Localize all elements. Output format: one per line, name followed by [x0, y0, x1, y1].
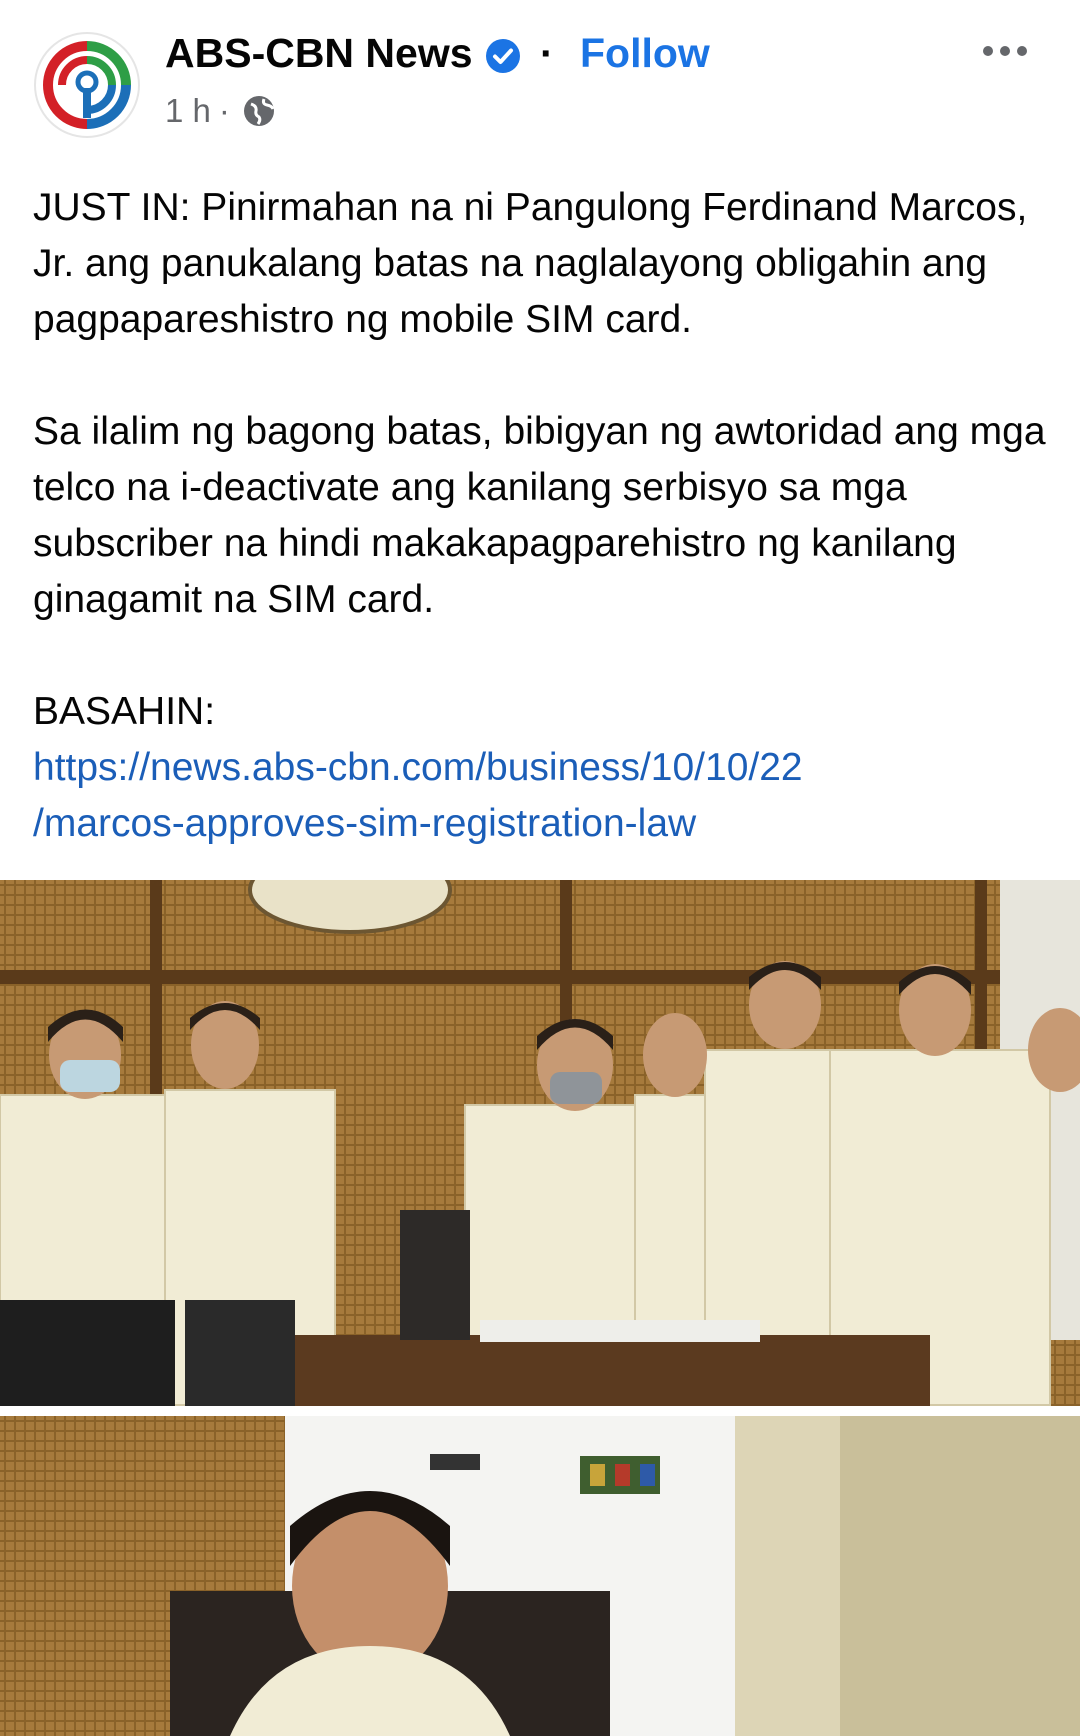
page-name[interactable]: ABS-CBN News	[165, 30, 473, 77]
more-options-icon[interactable]	[980, 38, 1030, 64]
post-photo-2[interactable]	[0, 1416, 1080, 1736]
post-photo-1[interactable]	[0, 880, 1080, 1406]
post-meta: 1 h ·	[165, 92, 276, 130]
post-paragraph-2: Sa ilalim ng bagong batas, bibigyan ng a…	[33, 410, 1046, 621]
article-link[interactable]: https://news.abs-cbn.com/business/10/10/…	[33, 740, 1053, 852]
signing-ceremony-photo	[0, 880, 1080, 1406]
post-body: JUST IN: Pinirmahan na ni Pangulong Ferd…	[33, 180, 1053, 852]
follow-button[interactable]: Follow	[580, 30, 710, 77]
post-header: ABS-CBN News · Follow 1 h ·	[0, 0, 1080, 150]
verified-badge-icon	[486, 39, 520, 73]
header-separator: ·	[540, 30, 554, 76]
globe-icon[interactable]	[242, 94, 276, 128]
post-paragraph-1: JUST IN: Pinirmahan na ni Pangulong Ferd…	[33, 186, 1028, 341]
meta-separator: ·	[218, 92, 230, 129]
article-link-line-1[interactable]: https://news.abs-cbn.com/business/10/10/…	[33, 746, 803, 789]
page-avatar[interactable]	[32, 30, 142, 140]
post-timestamp[interactable]: 1 h	[165, 92, 211, 130]
post-paragraph-3: BASAHIN:	[33, 690, 216, 733]
marcos-signing-photo	[0, 1416, 1080, 1736]
article-link-line-2[interactable]: /marcos-approves-sim-registration-law	[33, 802, 696, 845]
abs-cbn-logo-icon	[32, 30, 142, 140]
